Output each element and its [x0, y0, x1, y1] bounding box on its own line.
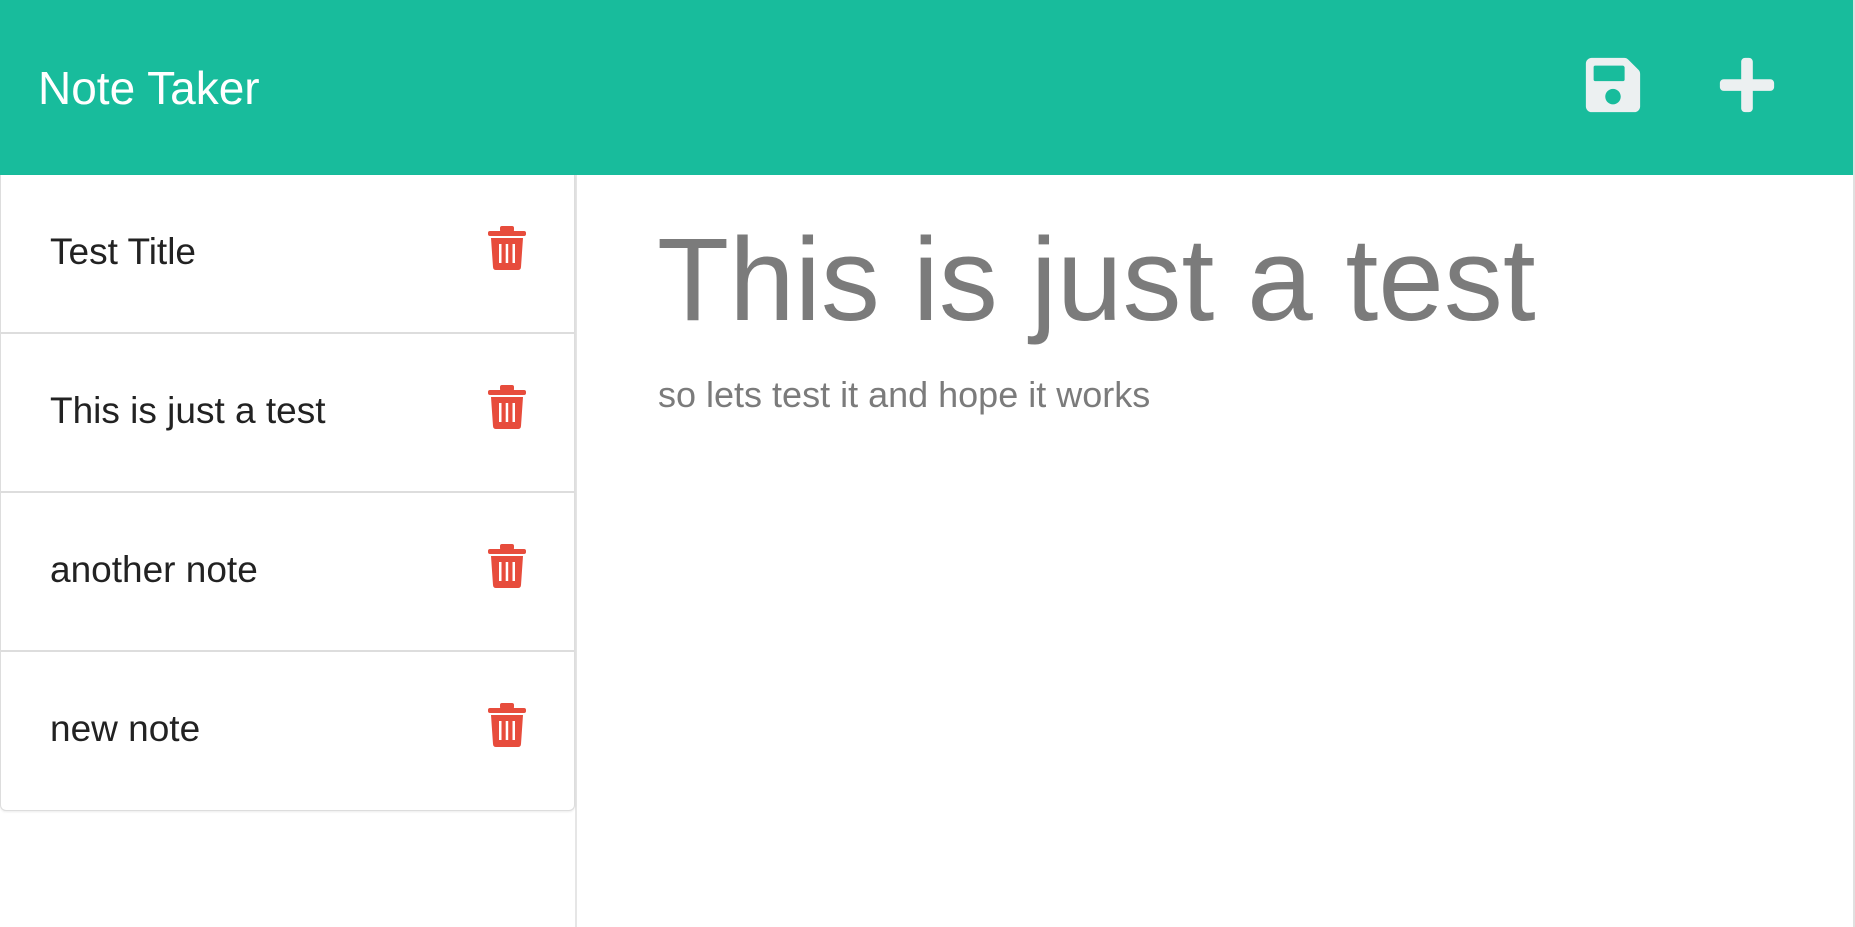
note-item-title[interactable]: another note	[50, 545, 258, 595]
list-item[interactable]: new note	[1, 652, 574, 810]
note-list: Test Title This is just a test another n…	[0, 175, 575, 811]
list-item[interactable]: another note	[1, 493, 574, 652]
save-icon	[1585, 57, 1641, 113]
note-title-input[interactable]: This is just a test	[657, 205, 1536, 355]
app-title[interactable]: Note Taker	[38, 58, 260, 118]
trash-icon[interactable]	[488, 384, 526, 429]
trash-icon[interactable]	[488, 702, 526, 747]
new-note-button[interactable]	[1716, 54, 1778, 116]
list-item[interactable]: This is just a test	[1, 334, 574, 493]
note-text-area[interactable]: so lets test it and hope it works	[658, 371, 1150, 419]
save-note-button[interactable]	[1583, 54, 1643, 116]
trash-icon[interactable]	[488, 225, 526, 270]
trash-icon[interactable]	[488, 543, 526, 588]
list-item[interactable]: Test Title	[1, 175, 574, 334]
note-editor: This is just a test so lets test it and …	[579, 175, 1853, 927]
plus-icon	[1719, 57, 1775, 113]
navbar: Note Taker	[0, 0, 1853, 175]
note-item-title[interactable]: This is just a test	[50, 386, 326, 436]
note-item-title[interactable]: new note	[50, 704, 200, 754]
note-item-title[interactable]: Test Title	[50, 227, 196, 277]
notes-sidebar: Test Title This is just a test another n…	[0, 175, 577, 927]
